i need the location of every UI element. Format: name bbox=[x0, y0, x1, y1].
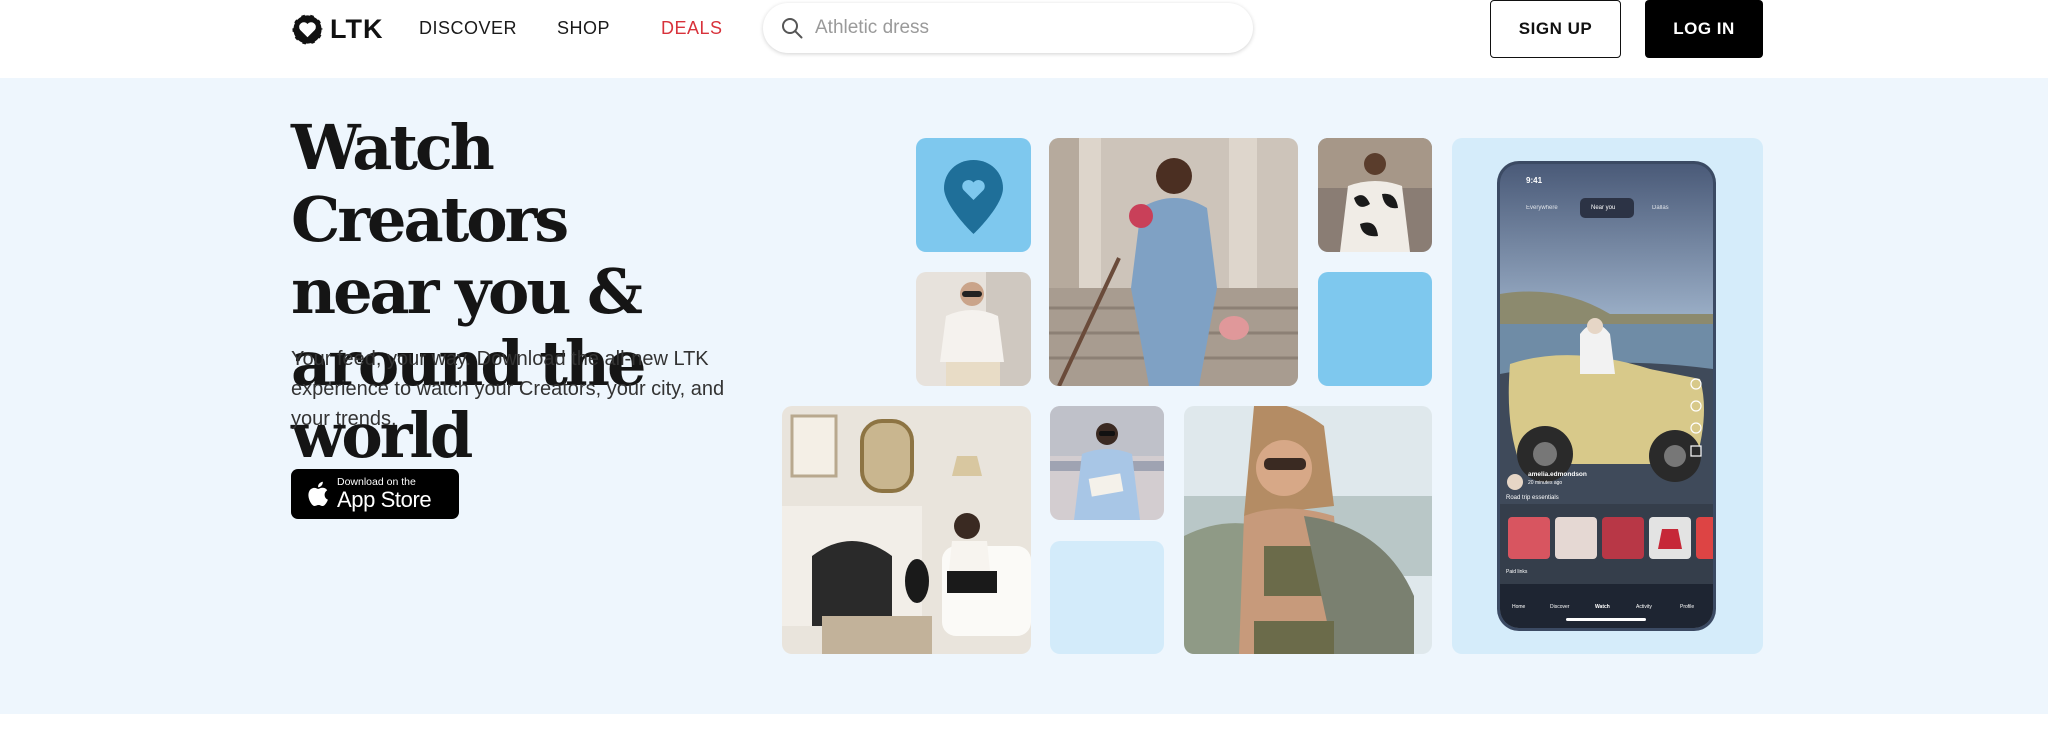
light-blue-tile bbox=[1050, 541, 1164, 654]
blue-tile bbox=[1318, 272, 1432, 386]
ltk-logo[interactable]: LTK bbox=[291, 12, 383, 46]
phone-time: 9:41 bbox=[1526, 176, 1543, 185]
phone-nav-watch: Watch bbox=[1595, 604, 1610, 610]
nav-shop[interactable]: SHOP bbox=[557, 18, 610, 39]
location-pin-icon bbox=[944, 160, 1003, 234]
phone-caption: Road trip essentials bbox=[1506, 495, 1559, 501]
log-in-button[interactable]: LOG IN bbox=[1645, 0, 1763, 58]
phone-nav-home: Home bbox=[1512, 604, 1526, 610]
app-store-badge[interactable]: Download on the App Store bbox=[291, 469, 459, 519]
nav-discover[interactable]: DISCOVER bbox=[419, 18, 517, 39]
phone-nav-activity: Activity bbox=[1636, 604, 1652, 610]
phone-screen: 9:41 Everywhere Near you Dallas amelia.e… bbox=[1500, 164, 1713, 628]
search-icon bbox=[782, 18, 803, 39]
creator-photo-white-sweater[interactable] bbox=[916, 272, 1031, 386]
creator-photo-denim[interactable] bbox=[1049, 138, 1298, 386]
creator-photo-print-dress[interactable] bbox=[1318, 138, 1432, 252]
apple-icon bbox=[308, 481, 328, 507]
sign-up-button[interactable]: SIGN UP bbox=[1490, 0, 1621, 58]
phone-posted-time: 20 minutes ago bbox=[1528, 480, 1563, 486]
phone-paid-links: Paid links bbox=[1506, 569, 1528, 575]
phone-tab-near-you: Near you bbox=[1591, 205, 1616, 211]
appstore-big-text: App Store bbox=[337, 486, 432, 512]
phone-nav-discover: Discover bbox=[1550, 604, 1570, 610]
creator-photo-blue-shirt[interactable] bbox=[1050, 406, 1164, 520]
creator-photo-living-room[interactable] bbox=[782, 406, 1031, 654]
site-header: LTK DISCOVER SHOP DEALS SIGN UP LOG IN bbox=[0, 0, 2048, 78]
phone-mockup: 9:41 Everywhere Near you Dallas amelia.e… bbox=[1497, 161, 1716, 631]
nav-deals[interactable]: DEALS bbox=[661, 18, 723, 39]
hero-title-line-1: Watch Creators bbox=[291, 111, 569, 256]
creator-photo-olive-set[interactable] bbox=[1184, 406, 1432, 654]
location-pin-tile bbox=[916, 138, 1031, 252]
search-input[interactable] bbox=[815, 17, 1215, 39]
hero-title-line-2: near you & bbox=[291, 255, 643, 328]
phone-tab-everywhere: Everywhere bbox=[1526, 205, 1558, 211]
phone-nav-profile: Profile bbox=[1680, 604, 1695, 610]
hero-subtitle: Your feed, your way. Download the all-ne… bbox=[291, 348, 725, 430]
logo-text: LTK bbox=[330, 13, 384, 44]
search-bar[interactable] bbox=[763, 3, 1253, 53]
ltk-logo-icon bbox=[291, 12, 324, 46]
phone-creator-name: amelia.edmondson bbox=[1528, 471, 1587, 478]
phone-tab-dallas: Dallas bbox=[1652, 205, 1669, 211]
